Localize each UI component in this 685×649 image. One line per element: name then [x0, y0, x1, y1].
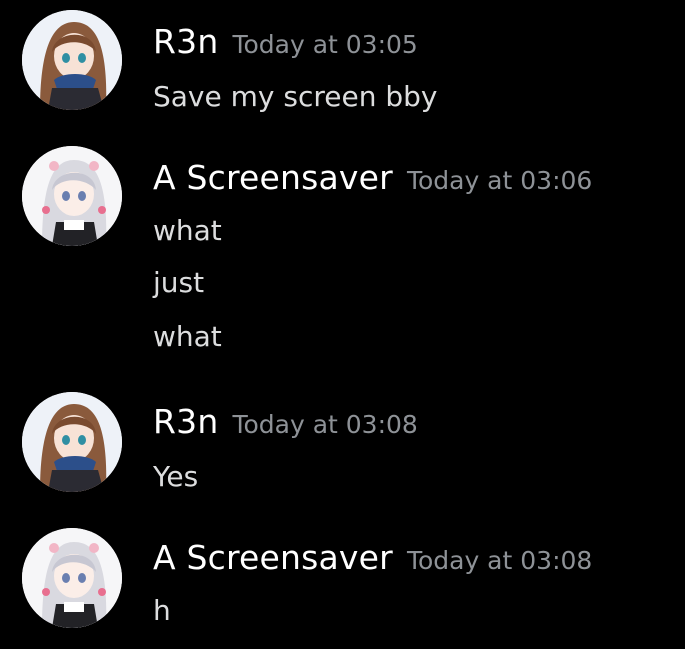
- message-text: what: [153, 320, 222, 353]
- silver-hair-anime-girl-avatar-icon: [22, 146, 122, 246]
- username[interactable]: R3n: [153, 402, 218, 441]
- username[interactable]: R3n: [153, 22, 218, 61]
- timestamp[interactable]: Today at 03:06: [407, 166, 592, 195]
- message-text: h: [153, 594, 171, 627]
- timestamp[interactable]: Today at 03:08: [232, 410, 417, 439]
- timestamp[interactable]: Today at 03:05: [232, 30, 417, 59]
- username[interactable]: A Screensaver: [153, 538, 393, 577]
- avatar[interactable]: [22, 10, 122, 110]
- silver-hair-anime-girl-avatar-icon: [22, 528, 122, 628]
- brown-hair-anime-girl-avatar-icon: [22, 10, 122, 110]
- message-text: Save my screen bby: [153, 80, 438, 113]
- avatar[interactable]: [22, 392, 122, 492]
- avatar[interactable]: [22, 146, 122, 246]
- avatar[interactable]: [22, 528, 122, 628]
- username[interactable]: A Screensaver: [153, 158, 393, 197]
- message-text: what: [153, 214, 222, 247]
- timestamp[interactable]: Today at 03:08: [407, 546, 592, 575]
- message-text: just: [153, 266, 205, 299]
- message-text: Yes: [153, 460, 199, 493]
- brown-hair-anime-girl-avatar-icon: [22, 392, 122, 492]
